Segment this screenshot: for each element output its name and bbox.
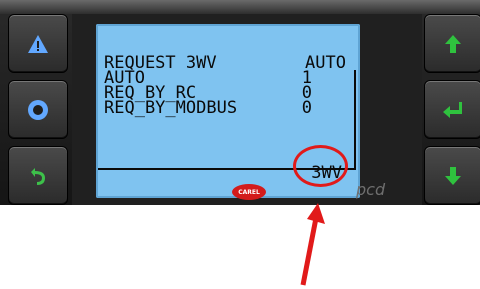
annotation-arrow — [300, 203, 325, 286]
